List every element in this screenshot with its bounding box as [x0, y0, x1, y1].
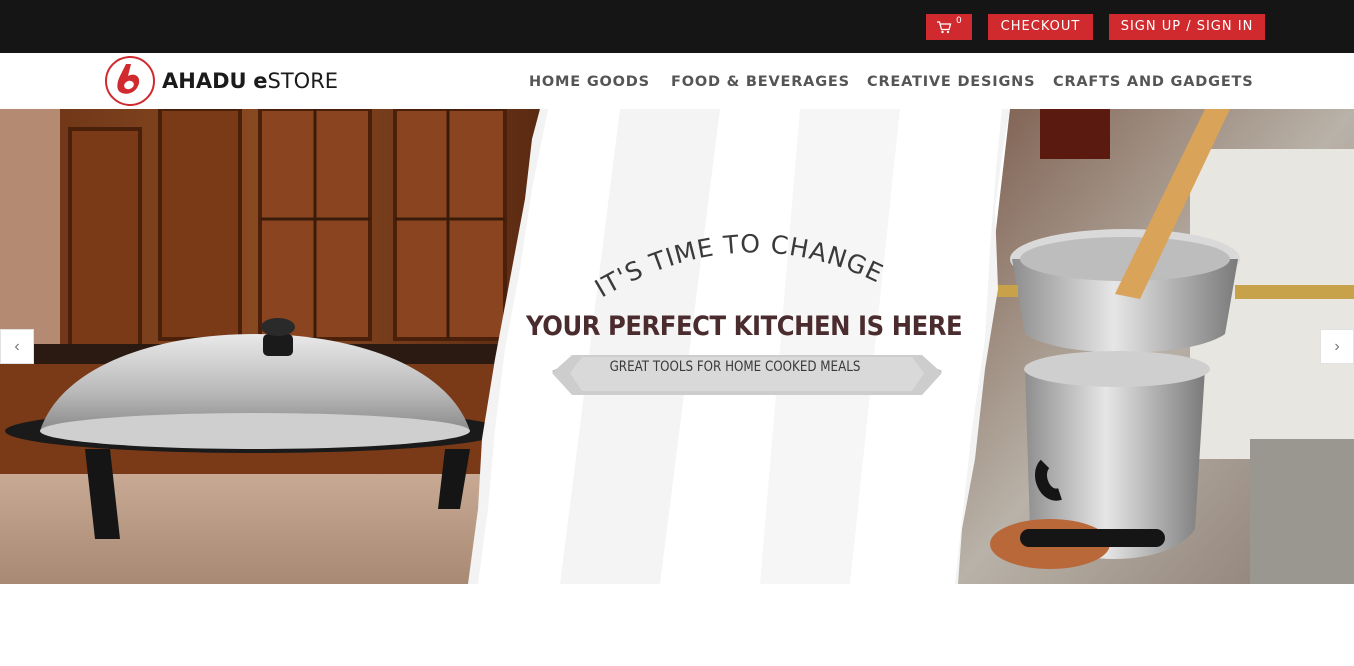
chevron-left-icon: ‹ — [14, 338, 20, 355]
signup-signin-button[interactable]: SIGN UP / SIGN IN — [1109, 14, 1265, 40]
hero-headline: YOUR PERFECT KITCHEN IS HERE — [526, 311, 963, 342]
brand-name-bold: AHADU — [162, 69, 247, 93]
brand-logo-link[interactable]: AHADU eSTORE — [104, 55, 354, 107]
brand-name: AHADU eSTORE — [162, 69, 338, 93]
cart-button[interactable]: 0 — [926, 14, 972, 40]
nav-home-goods[interactable]: HOME GOODS — [529, 53, 650, 109]
checkout-button[interactable]: CHECKOUT — [988, 14, 1093, 40]
cart-count-badge: 0 — [956, 16, 963, 26]
cart-icon — [937, 21, 952, 34]
brand-name-e: e — [253, 69, 268, 93]
main-navbar: AHADU eSTORE HOME GOODS FOOD & BEVERAGES… — [0, 53, 1354, 109]
chevron-right-icon: › — [1334, 338, 1340, 355]
slider-prev-button[interactable]: ‹ — [0, 329, 34, 364]
svg-text:IT'S TIME TO CHANGE: IT'S TIME TO CHANGE — [590, 229, 888, 303]
top-bar: 0 CHECKOUT SIGN UP / SIGN IN — [0, 0, 1354, 53]
brand-name-rest: STORE — [267, 69, 339, 93]
hero-slider[interactable]: IT'S TIME TO CHANGE YOUR PERFECT KITCHEN… — [0, 109, 1354, 584]
hero-tagline: IT'S TIME TO CHANGE — [590, 229, 888, 303]
nav-crafts-gadgets[interactable]: CRAFTS AND GADGETS — [1053, 53, 1253, 109]
hero-ribbon-text: GREAT TOOLS FOR HOME COOKED MEALS — [609, 359, 861, 375]
slider-next-button[interactable]: › — [1320, 329, 1354, 364]
nav-food-beverages[interactable]: FOOD & BEVERAGES — [671, 53, 850, 109]
brand-logo-icon — [105, 56, 155, 106]
nav-creative-designs[interactable]: CREATIVE DESIGNS — [867, 53, 1035, 109]
